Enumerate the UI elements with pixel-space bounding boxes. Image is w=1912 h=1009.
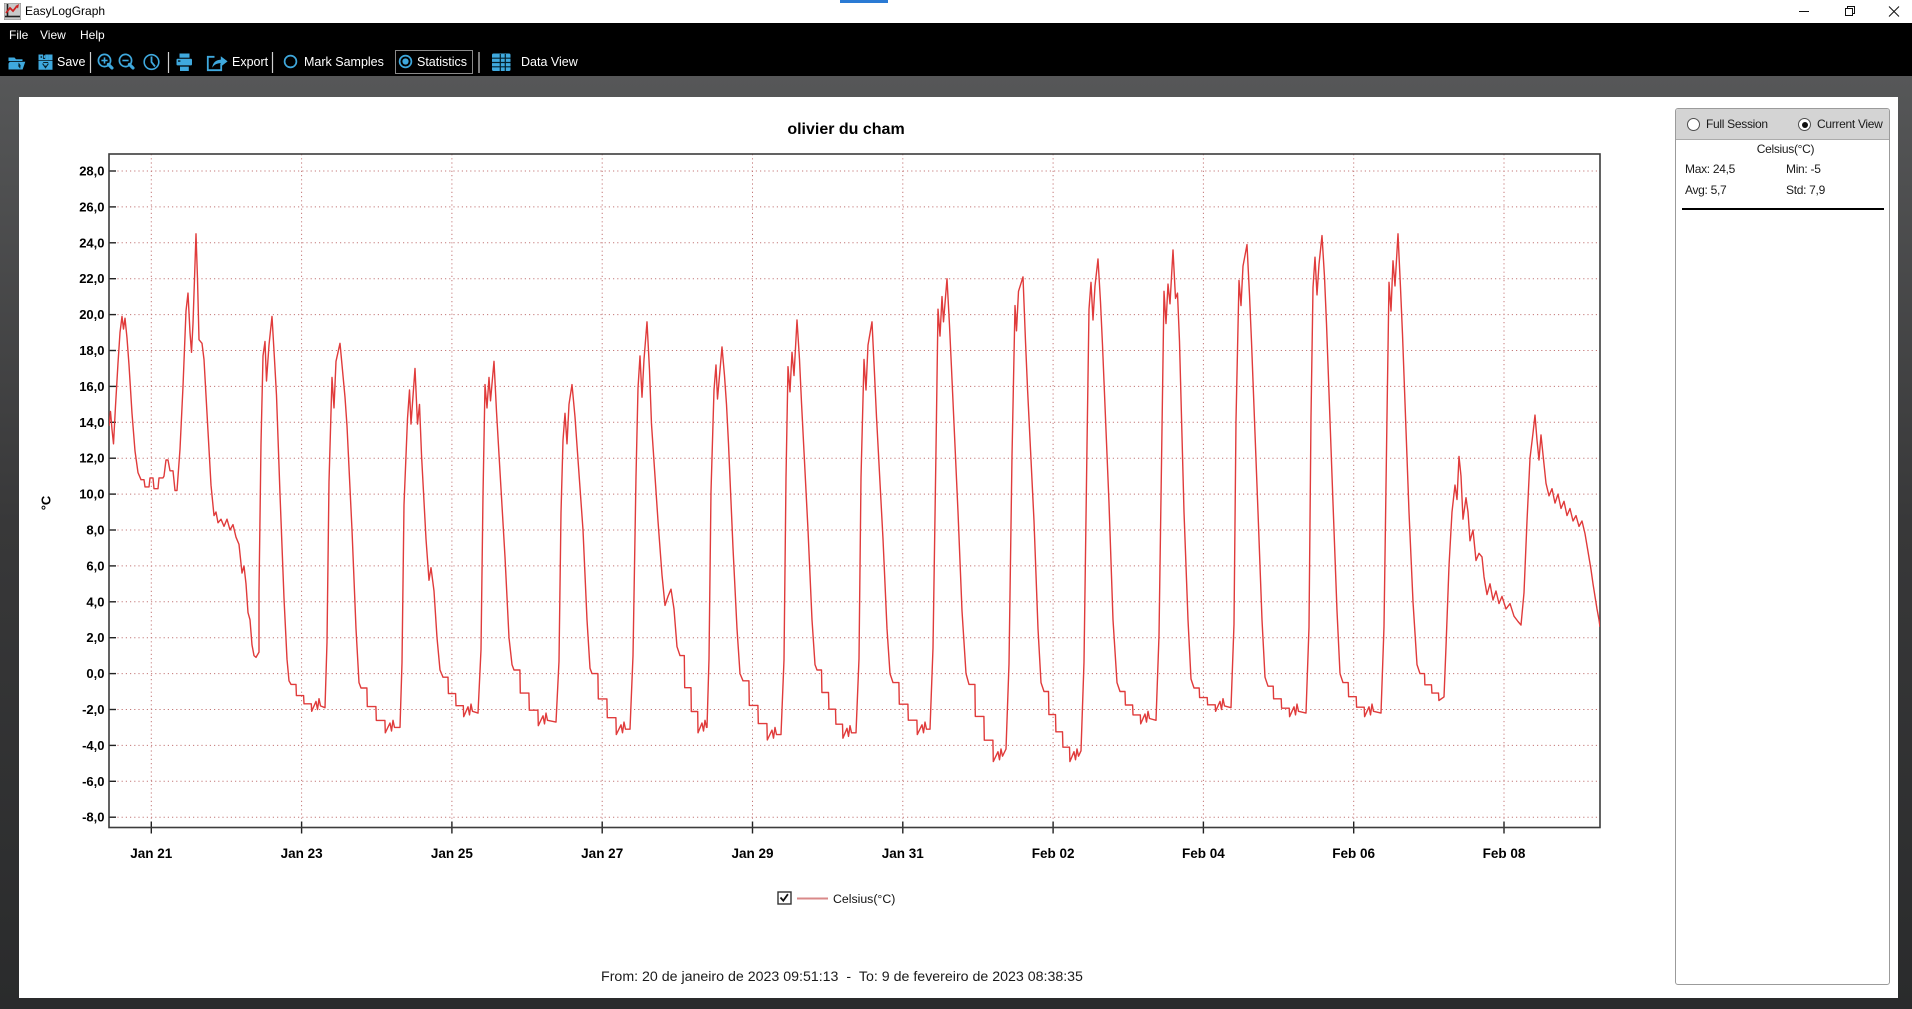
svg-text:12,0: 12,0 <box>79 451 104 466</box>
svg-text:2,0: 2,0 <box>86 630 104 645</box>
svg-text:20,0: 20,0 <box>79 307 104 322</box>
svg-text:Feb 08: Feb 08 <box>1483 846 1526 861</box>
svg-text:26,0: 26,0 <box>79 199 104 214</box>
svg-text:Celsius(°C): Celsius(°C) <box>833 892 895 906</box>
svg-text:Jan 21: Jan 21 <box>130 846 173 861</box>
svg-text:14,0: 14,0 <box>79 415 104 430</box>
svg-text:22,0: 22,0 <box>79 271 104 286</box>
svg-text:From: 20 de janeiro de 2023 09: From: 20 de janeiro de 2023 09:51:13 - T… <box>601 969 1083 985</box>
svg-text:28,0: 28,0 <box>79 164 104 179</box>
svg-text:Jan 29: Jan 29 <box>731 846 773 861</box>
svg-text:8,0: 8,0 <box>86 523 104 538</box>
svg-text:16,0: 16,0 <box>79 379 104 394</box>
svg-text:-2,0: -2,0 <box>82 702 104 717</box>
svg-text:Jan 27: Jan 27 <box>581 846 623 861</box>
svg-text:Feb 02: Feb 02 <box>1032 846 1075 861</box>
svg-text:Jan 25: Jan 25 <box>431 846 474 861</box>
svg-text:°C: °C <box>39 495 54 510</box>
svg-text:-8,0: -8,0 <box>82 810 104 825</box>
svg-text:6,0: 6,0 <box>86 558 104 573</box>
svg-text:Feb 04: Feb 04 <box>1182 846 1225 861</box>
svg-text:Jan 31: Jan 31 <box>882 846 925 861</box>
svg-text:0,0: 0,0 <box>86 666 104 681</box>
svg-text:Jan 23: Jan 23 <box>281 846 324 861</box>
svg-text:10,0: 10,0 <box>79 487 104 502</box>
svg-text:-6,0: -6,0 <box>82 774 104 789</box>
svg-text:Feb 06: Feb 06 <box>1332 846 1375 861</box>
svg-text:olivier du cham: olivier du cham <box>787 121 904 138</box>
svg-text:-4,0: -4,0 <box>82 738 104 753</box>
svg-text:18,0: 18,0 <box>79 343 104 358</box>
svg-text:24,0: 24,0 <box>79 235 104 250</box>
svg-text:4,0: 4,0 <box>86 594 104 609</box>
